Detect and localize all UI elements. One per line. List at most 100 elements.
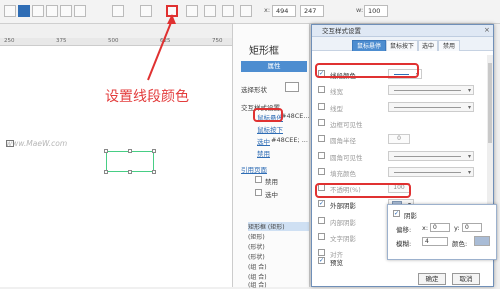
x-input[interactable]: 494 — [272, 5, 296, 17]
shadow-popup: ✓ 阴影 偏移: x: 0 y: 0 模糊: 4 颜色: — [387, 204, 497, 260]
outline-item[interactable]: (形状) — [248, 242, 265, 251]
chevron-down-icon: ▾ — [467, 103, 471, 111]
outline-item[interactable]: 矩形框 (矩形) — [248, 222, 310, 231]
line-preview-icon — [394, 155, 461, 157]
close-icon[interactable]: × — [484, 27, 491, 34]
shadow-icon[interactable] — [140, 5, 152, 17]
blur-input[interactable]: 4 — [422, 237, 448, 246]
style-row-checkbox[interactable] — [318, 151, 325, 159]
style-row-checkbox[interactable] — [318, 249, 325, 257]
outline-item[interactable]: (矩形) — [248, 232, 265, 241]
hover-color-value: #48CE... — [281, 112, 310, 120]
outline-item[interactable]: (组 合) — [248, 262, 267, 271]
style-row: 填充颜色 ▾ — [318, 166, 486, 178]
ok-button[interactable]: 确定 — [418, 273, 446, 285]
tab-mousedown[interactable]: 鼠标按下 — [386, 40, 418, 51]
style-row: 线型 ▾ — [318, 101, 486, 113]
style-row-label: 线宽 — [330, 88, 343, 97]
blur-label: 模糊: — [396, 240, 412, 248]
outdent-icon[interactable] — [74, 5, 86, 17]
panel-title: 矩形框 — [249, 46, 279, 57]
line-width-icon[interactable] — [186, 5, 198, 17]
resize-handle[interactable] — [152, 149, 156, 153]
y-input[interactable]: 247 — [300, 5, 324, 17]
x-label: x: — [264, 6, 271, 14]
preview-checkbox[interactable]: ✓ — [318, 257, 325, 264]
color-label: 颜色: — [452, 240, 468, 248]
mouse-down-link[interactable]: 鼠标按下 — [257, 124, 283, 134]
align-center-icon[interactable] — [18, 5, 30, 17]
chevron-down-icon: ▾ — [467, 87, 471, 95]
line-preview-icon — [394, 90, 461, 92]
resize-handle[interactable] — [128, 170, 132, 174]
align-left-icon[interactable] — [4, 5, 16, 17]
fill-color-icon[interactable] — [112, 5, 124, 17]
style-row-checkbox[interactable] — [318, 233, 325, 240]
w-input[interactable]: 100 — [364, 5, 388, 17]
resize-handle[interactable] — [128, 149, 132, 153]
offset-label: 偏移: — [396, 226, 412, 234]
style-row: 线宽 ▾ — [318, 84, 486, 96]
style-row-control[interactable]: ▾ — [388, 150, 474, 161]
ruler-tick: 375 — [56, 38, 67, 44]
indent-icon[interactable] — [60, 5, 72, 17]
ruler-tick: 250 — [4, 38, 15, 44]
justify-icon[interactable] — [46, 5, 58, 17]
style-row-label: 外部阴影 — [330, 202, 356, 211]
shadow-checkbox[interactable]: ✓ — [393, 210, 400, 217]
style-row-label: 圆角半径 — [330, 137, 356, 146]
tab-hover[interactable]: 鼠标悬停 — [352, 40, 386, 51]
tab-selected[interactable]: 选中 — [418, 40, 438, 51]
highlight-box — [315, 183, 411, 198]
style-row-checkbox[interactable] — [318, 135, 325, 143]
tab-disabled[interactable]: 禁用 — [438, 40, 460, 51]
ref-page-link[interactable]: 引用页面 — [241, 164, 267, 174]
shape-picker[interactable] — [285, 82, 299, 92]
offset-y-input[interactable]: 0 — [462, 223, 482, 232]
outline-item[interactable]: (形状) — [248, 252, 265, 261]
style-row-checkbox[interactable]: ✓ — [318, 200, 325, 208]
selected-checkbox[interactable] — [255, 189, 262, 196]
watermark: www.MaeW.com — [6, 139, 68, 148]
resize-handle[interactable] — [104, 170, 108, 174]
arrow-end-icon[interactable] — [240, 5, 252, 17]
w-label: w: — [356, 6, 364, 14]
style-row-checkbox[interactable] — [318, 102, 325, 110]
style-row-checkbox[interactable] — [318, 216, 325, 224]
style-row-control[interactable]: ▾ — [388, 166, 474, 177]
properties-tab[interactable]: 属性 — [241, 61, 307, 72]
disabled-label: 禁用 — [265, 178, 278, 186]
disabled-link[interactable]: 禁用 — [257, 148, 270, 158]
style-row-checkbox[interactable] — [318, 86, 325, 94]
chevron-down-icon: ▾ — [467, 168, 471, 176]
offset-x-input[interactable]: 0 — [430, 223, 450, 232]
style-row-label: 填充颜色 — [330, 169, 356, 178]
select-shape-label: 选择形状 — [241, 86, 267, 94]
outline-item[interactable]: (组 合) — [248, 280, 267, 289]
disabled-checkbox[interactable] — [255, 176, 262, 183]
resize-handle[interactable] — [152, 170, 156, 174]
line-color-icon[interactable] — [166, 5, 178, 17]
style-row-checkbox[interactable] — [318, 118, 325, 126]
resize-handle[interactable] — [104, 149, 108, 153]
arrow-style-icon[interactable] — [222, 5, 234, 17]
style-row-label: 圆角可见性 — [330, 153, 363, 162]
scroll-thumb[interactable] — [488, 63, 492, 143]
cancel-button[interactable]: 取消 — [452, 273, 480, 285]
style-row-control[interactable]: ▾ — [388, 85, 474, 96]
selected-rectangle[interactable] — [104, 149, 156, 174]
line-preview-icon — [394, 106, 461, 108]
style-row-label: 文字阴影 — [330, 235, 356, 243]
top-toolbar: x: 494 247 w: 100 — [0, 0, 500, 24]
shadow-color-picker[interactable] — [474, 236, 490, 246]
selected-link[interactable]: 选中 — [257, 136, 270, 146]
style-row: 圆角半径 0 — [318, 133, 486, 145]
style-row-control[interactable]: ▾ — [388, 101, 474, 112]
line-style-icon[interactable] — [204, 5, 216, 17]
align-right-icon[interactable] — [32, 5, 44, 17]
preview-label: 预览 — [330, 259, 343, 267]
style-row-value[interactable]: 0 — [388, 134, 410, 145]
horizontal-ruler: 250 375 500 625 750 — [0, 38, 232, 46]
annotation-text: 设置线段颜色 — [105, 89, 189, 105]
style-row-checkbox[interactable] — [318, 167, 325, 175]
